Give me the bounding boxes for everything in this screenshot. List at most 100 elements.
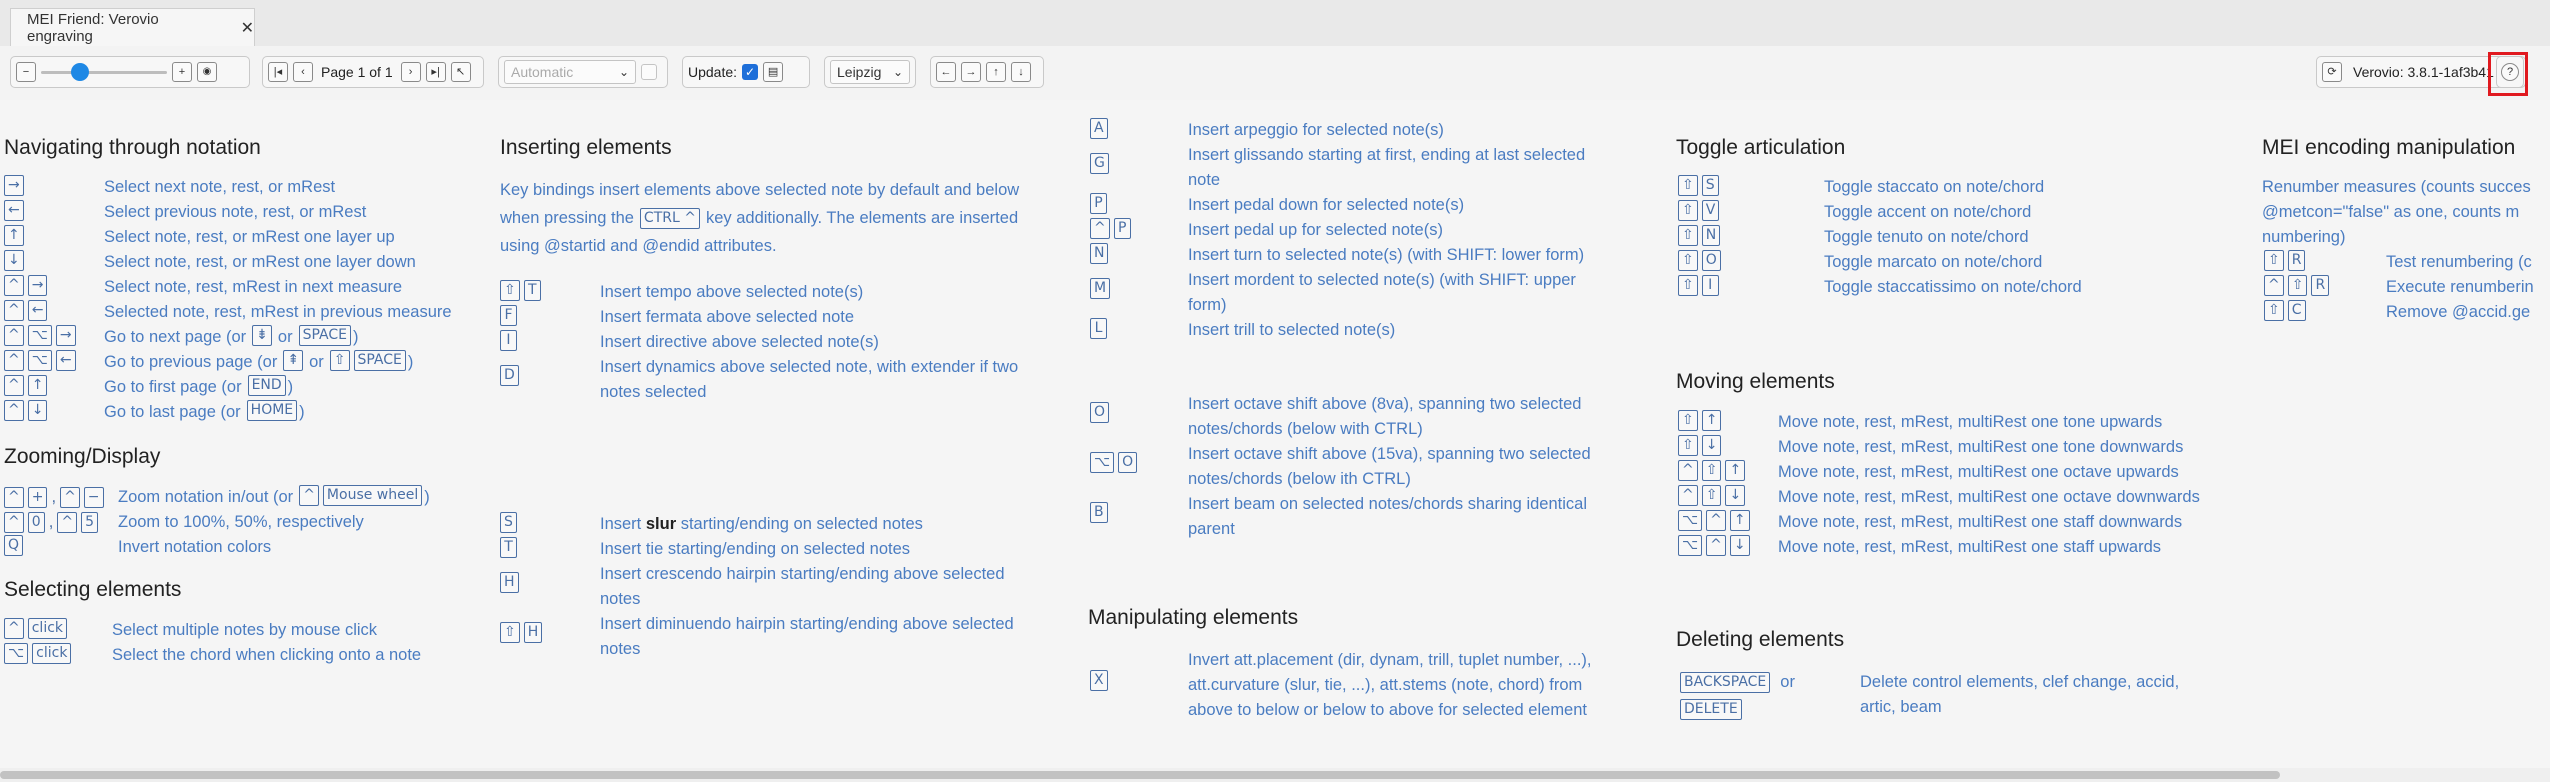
shortcut-desc: Invert att.placement (dir, dynam, trill,…: [1188, 651, 1592, 669]
zoom-in-button[interactable]: +: [172, 62, 192, 82]
shortcut-row: ^ ⇧ ↑ Move note, rest, mRest, multiRest on…: [1678, 460, 2179, 485]
shortcut-desc: Selected note, rest, mRest in previous m…: [104, 303, 452, 321]
shortcut-row: ⇧ V Toggle accent on note/chord: [1678, 200, 2031, 225]
or-text: or: [1780, 673, 1795, 691]
shortcut-desc: Insert fermata above selected note: [600, 308, 855, 326]
page-label: Page 1 of 1: [321, 64, 393, 80]
key-shift: ⇧: [2264, 300, 2284, 321]
shortcut-row: N Insert turn to selected note(s) (with …: [1090, 243, 1584, 268]
shortcut-desc: Insert octave shift above (15va), spanni…: [1188, 445, 1591, 463]
shortcut-row: I Insert directive above selected note(s…: [500, 330, 879, 355]
breaks-checkbox[interactable]: [641, 64, 657, 80]
shortcut-row: ⌥ ^ ↓ Move note, rest, mRest, multiRest on…: [1678, 535, 2161, 560]
paren: ): [407, 353, 414, 371]
flip-page-button[interactable]: ↖: [450, 62, 471, 82]
update-now-button[interactable]: ▤: [763, 62, 784, 82]
shortcut-desc: Select multiple notes by mouse click: [112, 621, 378, 639]
tab-verovio-engraving[interactable]: MEI Friend: Verovio engraving ✕: [10, 8, 255, 46]
update-group: Update: ✓ ▤: [682, 56, 810, 88]
key-shift: ⇧: [329, 350, 350, 371]
key-shift: ⇧: [1678, 225, 1698, 246]
shortcut-row: P Insert pedal down for selected note(s): [1090, 193, 1464, 218]
key-c: C: [2287, 300, 2306, 321]
heading-mei-encoding: MEI encoding manipulation: [2262, 136, 2516, 159]
key-up: ↑: [1725, 460, 1746, 481]
heading-manipulating: Manipulating elements: [1088, 606, 1299, 629]
shortcut-desc: Insert arpeggio for selected note(s): [1188, 121, 1444, 139]
key-ctrl: ^: [4, 512, 24, 533]
first-page-button[interactable]: |◂: [268, 62, 288, 82]
key-plus: +: [27, 487, 48, 508]
key-right: →: [4, 175, 24, 196]
shortcut-desc: Insert octave shift above (8va), spannin…: [1188, 395, 1582, 413]
shortcut-desc-cont: notes: [600, 640, 641, 658]
zoom-slider-thumb[interactable]: [71, 63, 89, 81]
shortcut-desc: Insert beam on selected notes/chords sha…: [1188, 495, 1587, 513]
arrow-left-button[interactable]: ←: [936, 62, 956, 82]
arrow-right-button[interactable]: →: [961, 62, 981, 82]
font-select[interactable]: Leipzig ⌄: [830, 60, 910, 84]
arrow-up-button[interactable]: ↑: [986, 62, 1006, 82]
breaks-select-value: Automatic: [511, 64, 574, 80]
shortcut-row: L Insert trill to selected note(s): [1090, 318, 1395, 343]
paren: ): [287, 378, 294, 396]
shortcut-desc: Insert tempo above selected note(s): [600, 283, 864, 301]
heading-deleting: Deleting elements: [1676, 628, 1845, 651]
keyboard-shortcuts-panel: Navigating through notation → Select nex…: [0, 100, 2550, 770]
key-s: S: [500, 512, 517, 533]
help-highlight: [2488, 52, 2528, 96]
shortcut-row: ⇧ O Toggle marcato on note/chord: [1678, 250, 2042, 275]
zoom-group: − + ◉: [10, 56, 250, 88]
update-checkbox[interactable]: ✓: [742, 64, 759, 80]
horizontal-scrollbar[interactable]: [0, 768, 2550, 782]
heading-moving: Moving elements: [1676, 370, 1835, 393]
breaks-select[interactable]: Automatic ⌄: [504, 60, 636, 84]
breaks-group: Automatic ⌄: [498, 56, 668, 88]
shortcut-row: ⇧ C Remove @accid.ge: [2264, 300, 2530, 325]
shortcut-desc: Toggle staccato on note/chord: [1824, 178, 2045, 196]
font-select-value: Leipzig: [837, 64, 882, 80]
next-page-button[interactable]: ›: [400, 62, 421, 82]
key-ctrl: ^: [299, 485, 319, 506]
update-label: Update:: [688, 64, 738, 80]
key-ctrl: ^: [4, 350, 24, 371]
shortcut-desc: Select next note, rest, or mRest: [104, 178, 336, 196]
shortcut-desc-cont: note: [1188, 171, 1221, 189]
shortcut-row: ⌥ O Insert octave shift above (15va), spa…: [1090, 442, 1591, 492]
key-up: ↑: [4, 225, 24, 246]
refresh-icon[interactable]: ⟳: [2322, 62, 2342, 82]
shortcut-row: X Invert att.placement (dir, dynam, tril…: [1090, 648, 1592, 723]
key-mouse-wheel: Mouse wheel: [322, 485, 423, 506]
shortcut-desc: Execute renumberin: [2386, 278, 2534, 296]
scrollbar-thumb[interactable]: [0, 771, 2280, 779]
paren: ): [352, 328, 359, 346]
key-ctrl: ^: [1706, 510, 1726, 531]
shortcut-row: A Insert arpeggio for selected note(s): [1090, 118, 1444, 143]
shortcut-row: ^ ← Selected note, rest, mRest in previou…: [4, 300, 452, 325]
key-x: X: [1090, 670, 1108, 691]
key-shift: ⇧: [1678, 175, 1698, 196]
shortcut-desc-cont: notes selected: [600, 383, 707, 401]
zoom-out-button[interactable]: −: [16, 62, 36, 82]
eye-icon[interactable]: ◉: [197, 62, 217, 82]
key-o: O: [1090, 402, 1110, 423]
last-page-button[interactable]: ▸|: [425, 62, 446, 82]
key-shift: ⇧: [1678, 250, 1698, 271]
key-alt: ⌥: [27, 325, 52, 346]
shortcut-row: B Insert beam on selected notes/chords s…: [1090, 492, 1587, 542]
shortcut-desc: Insert diminuendo hairpin starting/endin…: [600, 615, 1014, 633]
key-s: S: [1701, 175, 1719, 196]
key-ctrl: ^: [4, 275, 24, 296]
previous-page-button[interactable]: ‹: [293, 62, 313, 82]
close-icon[interactable]: ✕: [241, 18, 254, 38]
or-text: or: [309, 353, 324, 371]
key-n: N: [1701, 225, 1721, 246]
shortcut-row: ⇧ S Toggle staccato on note/chord: [1678, 175, 2044, 200]
arrow-down-button[interactable]: ↓: [1011, 62, 1031, 82]
key-a: A: [1090, 118, 1108, 139]
zoom-slider[interactable]: [41, 62, 167, 82]
shortcut-row: ⇧ ↓ Move note, rest, mRest, multiRest one…: [1678, 435, 2183, 460]
heading-selecting: Selecting elements: [4, 578, 182, 601]
key-d: D: [500, 365, 519, 386]
shortcut-desc-cont: notes: [600, 590, 641, 608]
